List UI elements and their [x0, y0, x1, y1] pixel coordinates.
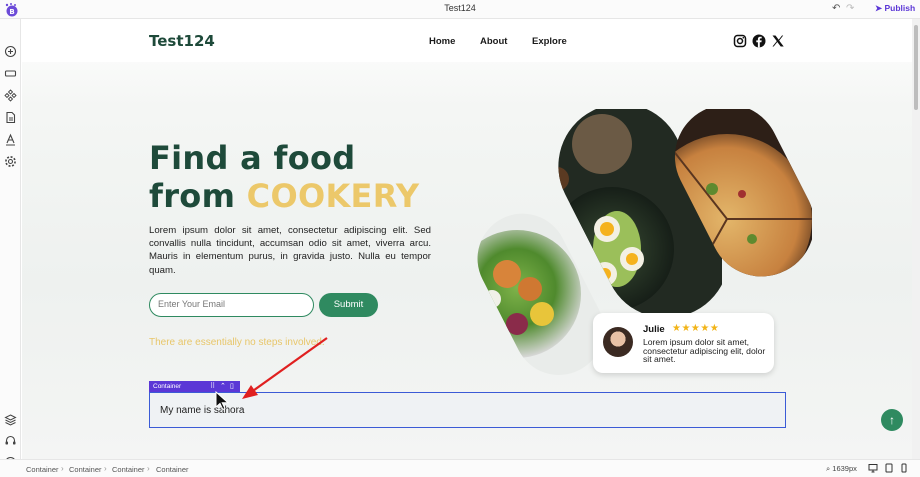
chevron-right-icon: › — [147, 464, 150, 473]
publish-button[interactable]: ➤ Publish — [875, 3, 915, 14]
chevron-right-icon: › — [61, 464, 64, 473]
x-icon[interactable] — [771, 34, 785, 48]
components-icon[interactable] — [4, 89, 17, 102]
help-icon[interactable] — [4, 434, 17, 447]
page-canvas: Test124 Home About Explore Find a food f… — [22, 19, 912, 459]
scrollbar-thumb[interactable] — [914, 25, 918, 110]
mouse-cursor-icon — [215, 391, 229, 411]
email-input[interactable]: Enter Your Email — [149, 293, 314, 317]
desktop-icon[interactable] — [868, 463, 878, 473]
undo-icon[interactable]: ↶ — [832, 3, 840, 14]
hero-heading-line2: from COOKERY — [149, 177, 419, 215]
viewport-width-value: 1639px — [832, 464, 857, 473]
redo-icon[interactable]: ↷ — [846, 3, 854, 14]
typography-icon[interactable] — [4, 133, 17, 146]
rocket-icon: ➤ — [875, 3, 883, 13]
hero-heading-prefix: from — [149, 177, 247, 215]
review-name: Julie — [643, 324, 665, 335]
viewport-width[interactable]: ⌕ 1639px — [826, 464, 857, 474]
hero-heading-accent: COOKERY — [246, 177, 420, 215]
mobile-icon[interactable] — [899, 463, 909, 473]
pages-icon[interactable] — [4, 111, 17, 124]
settings-icon[interactable] — [4, 155, 17, 168]
editor-top-bar: B Test124 ↶ ↷ ➤ Publish — [0, 0, 920, 19]
annotation-arrow-icon — [242, 337, 328, 399]
layers-icon[interactable] — [4, 413, 17, 426]
breadcrumb-item[interactable]: Container — [156, 465, 189, 474]
container-tag-label: Container — [153, 383, 182, 390]
editor-title: Test124 — [444, 3, 476, 13]
nav-home[interactable]: Home — [429, 36, 455, 47]
breadcrumb-item[interactable]: Container — [112, 465, 145, 474]
tablet-icon[interactable] — [884, 463, 894, 473]
section-icon[interactable] — [4, 67, 17, 80]
nav-about[interactable]: About — [480, 36, 507, 47]
review-stars: ★★★★★ — [672, 323, 720, 334]
search-icon: ⌕ — [826, 464, 831, 473]
breadcrumb-item[interactable]: Container — [26, 465, 59, 474]
publish-label: Publish — [884, 3, 916, 13]
hero-heading-line1: Find a food — [149, 139, 356, 177]
scroll-to-top-button[interactable]: ↑ — [881, 409, 903, 431]
site-brand[interactable]: Test124 — [149, 32, 215, 50]
review-card: Julie ★★★★★ Lorem ipsum dolor sit amet, … — [593, 313, 774, 373]
avatar — [603, 327, 633, 357]
facebook-icon[interactable] — [752, 34, 766, 48]
review-text: Lorem ipsum dolor sit amet, consectetur … — [643, 337, 766, 365]
hero-paragraph: Lorem ipsum dolor sit amet, consectetur … — [149, 225, 431, 276]
chevron-right-icon: › — [104, 464, 107, 473]
breadcrumb-item[interactable]: Container — [69, 465, 102, 474]
instagram-icon[interactable] — [733, 34, 747, 48]
arrow-up-icon: ↑ — [889, 413, 895, 427]
nav-explore[interactable]: Explore — [532, 36, 567, 47]
add-icon[interactable] — [4, 45, 17, 58]
editor-left-toolbar — [0, 19, 21, 469]
submit-button[interactable]: Submit — [319, 293, 378, 317]
editor-status-bar: Container › Container › Container › Cont… — [0, 459, 920, 477]
